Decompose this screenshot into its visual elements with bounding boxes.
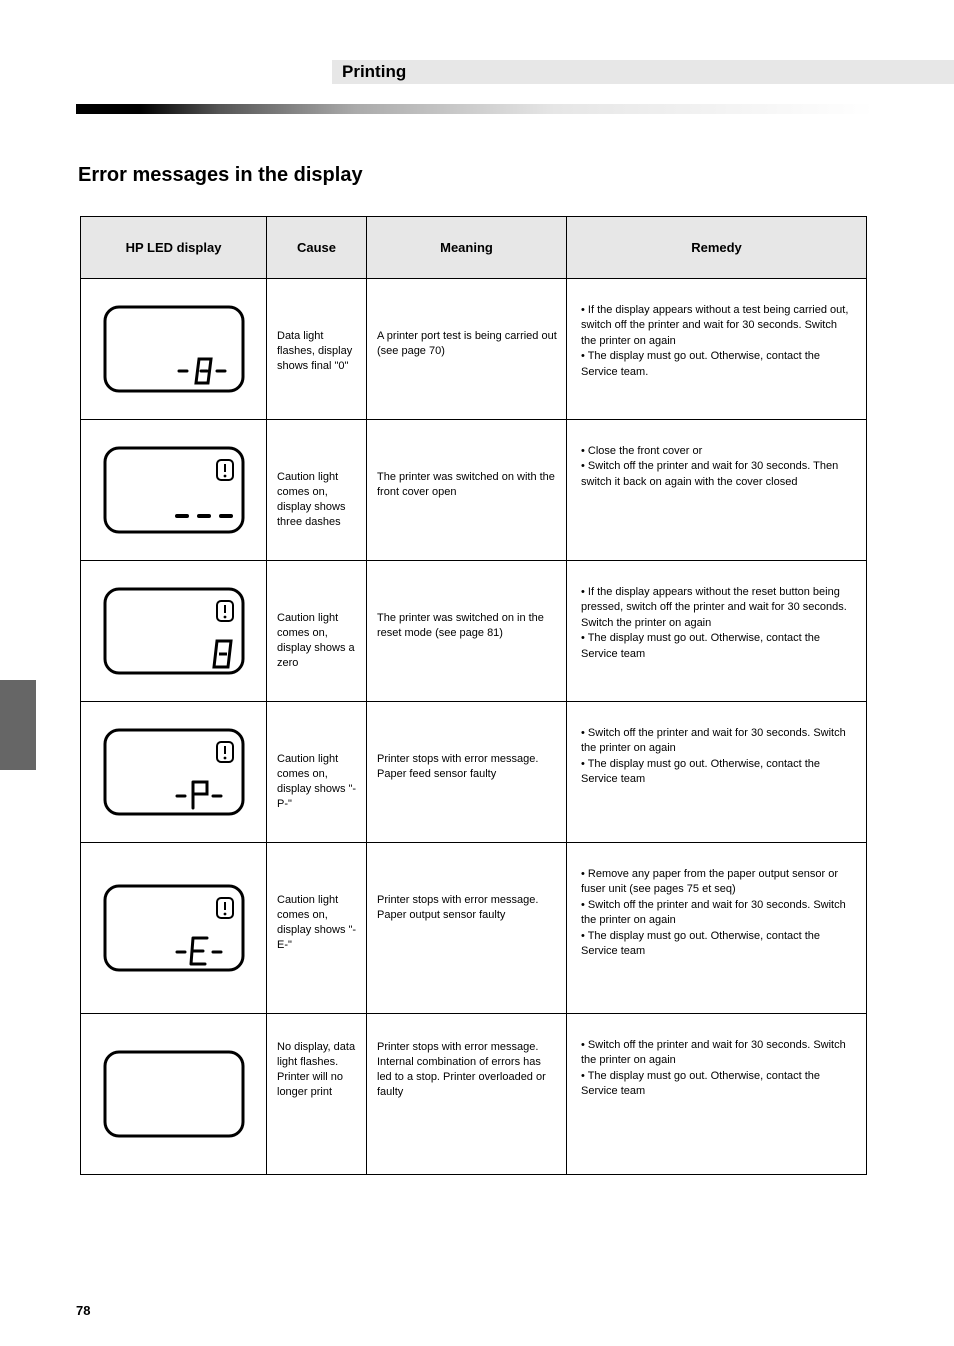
page-number: 78 [76, 1303, 90, 1318]
cell-remedy: • If the display appears without a test … [567, 279, 866, 392]
table-row: Caution light comes on, display shows a … [81, 561, 867, 702]
cell-meaning: Printer stops with error message. Paper … [367, 702, 566, 790]
display-icon [99, 1046, 249, 1142]
gradient-rule [76, 104, 874, 114]
th-meaning: Meaning [367, 217, 567, 279]
cell-cause: Caution light comes on, display shows "-… [267, 843, 366, 960]
table-row: Data light flashes, display shows final … [81, 279, 867, 420]
display-icon [99, 301, 249, 397]
th-display-text: HP LED display [126, 240, 222, 255]
table-row: Caution light comes on, display shows "-… [81, 702, 867, 843]
cell-cause: No display, data light flashes. Printer … [267, 1014, 366, 1107]
th-display: HP LED display [81, 217, 267, 279]
th-cause: Cause [267, 217, 367, 279]
cell-meaning: Printer stops with error message. Paper … [367, 843, 566, 931]
th-remedy-text: Remedy [691, 240, 742, 255]
cell-remedy: • Remove any paper from the paper output… [567, 843, 866, 971]
cell-cause: Data light flashes, display shows final … [267, 279, 366, 382]
th-remedy: Remedy [567, 217, 867, 279]
cell-cause: Caution light comes on, display shows "-… [267, 702, 366, 819]
table-row: Caution light comes on, display shows th… [81, 420, 867, 561]
cell-remedy: • If the display appears without the res… [567, 561, 866, 674]
cell-remedy: • Switch off the printer and wait for 30… [567, 702, 866, 800]
display-icon [99, 583, 249, 679]
header-label: Printing [342, 62, 406, 82]
display-icon [99, 442, 249, 538]
table-row: Caution light comes on, display shows "-… [81, 843, 867, 1014]
cell-meaning: The printer was switched on in the reset… [367, 561, 566, 649]
header-bar [332, 60, 954, 84]
cell-remedy: • Close the front cover or • Switch off … [567, 420, 866, 502]
cell-remedy: • Switch off the printer and wait for 30… [567, 1014, 866, 1112]
error-table: HP LED display Cause Meaning Remedy [80, 216, 867, 1175]
cell-cause: Caution light comes on, display shows th… [267, 420, 366, 537]
th-cause-text: Cause [297, 240, 336, 255]
display-icon [99, 724, 249, 820]
side-tab [0, 680, 36, 770]
section-title: Error messages in the display [78, 164, 363, 187]
cell-cause: Caution light comes on, display shows a … [267, 561, 366, 678]
display-icon [99, 880, 249, 976]
table-row: No display, data light flashes. Printer … [81, 1014, 867, 1175]
cell-meaning: A printer port test is being carried out… [367, 279, 566, 367]
cell-meaning: Printer stops with error message. Intern… [367, 1014, 566, 1107]
cell-meaning: The printer was switched on with the fro… [367, 420, 566, 508]
th-meaning-text: Meaning [440, 240, 493, 255]
